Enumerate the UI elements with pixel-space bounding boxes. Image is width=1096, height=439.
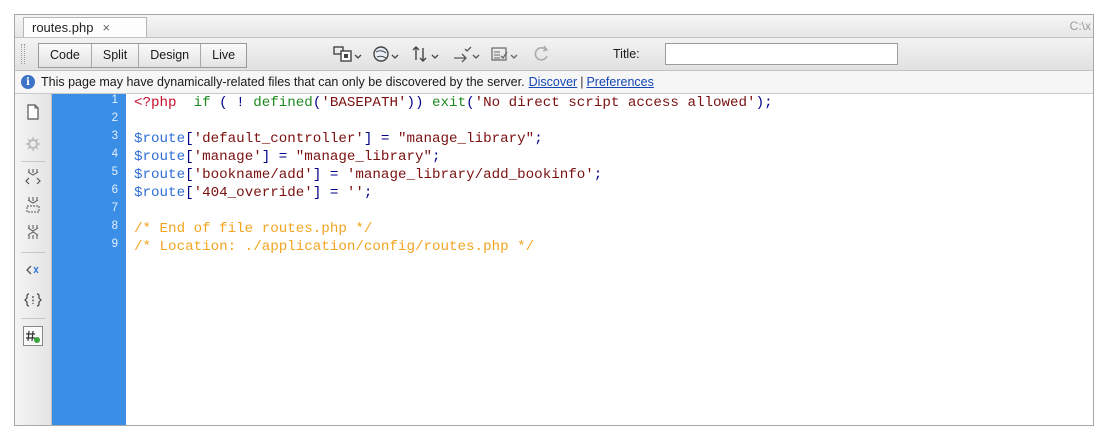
refresh-icon[interactable] bbox=[531, 44, 551, 64]
tab-strip: routes.php × C:\x bbox=[15, 15, 1093, 38]
code-token: $route bbox=[134, 131, 186, 147]
expand-all-icon[interactable] bbox=[23, 222, 43, 242]
title-label: Title: bbox=[613, 47, 640, 61]
toolbar-divider bbox=[21, 252, 45, 253]
title-input[interactable] bbox=[665, 43, 898, 65]
collapse-tag-icon[interactable] bbox=[23, 166, 43, 186]
format-source-icon[interactable] bbox=[23, 326, 43, 346]
code-token: 'bookname/add' bbox=[193, 167, 313, 183]
code-token: ; bbox=[432, 149, 441, 165]
code-token: )) bbox=[406, 95, 433, 111]
close-icon[interactable]: × bbox=[102, 20, 110, 35]
multiscreen-icon[interactable] bbox=[333, 44, 363, 64]
file-path-label: C:\x bbox=[1069, 19, 1091, 33]
file-management-icon[interactable] bbox=[411, 44, 441, 64]
code-token: ); bbox=[755, 95, 773, 111]
view-button-group: Code Split Design Live bbox=[38, 43, 248, 68]
code-token: 'manage_library/add_bookinfo' bbox=[346, 167, 594, 183]
code-token: 'manage' bbox=[193, 149, 262, 165]
line-number: 4 bbox=[111, 148, 118, 160]
code-token: [ bbox=[185, 131, 194, 147]
code-token: exit bbox=[432, 95, 467, 111]
code-token: [ bbox=[185, 167, 194, 183]
code-line: /* End of file routes.php */ bbox=[134, 220, 372, 238]
preview-browser-icon[interactable] bbox=[372, 44, 402, 64]
line-number: 7 bbox=[111, 202, 118, 214]
editor-window: routes.php × C:\x Code Split Design Live bbox=[14, 14, 1094, 426]
tab-filename: routes.php bbox=[32, 20, 94, 35]
code-token: ; bbox=[534, 131, 543, 147]
link-separator: | bbox=[580, 75, 584, 89]
code-line: $route['404_override'] = ''; bbox=[134, 184, 372, 202]
code-view-button[interactable]: Code bbox=[39, 44, 92, 67]
indent-code-icon[interactable] bbox=[23, 260, 43, 280]
code-token: <?php bbox=[134, 95, 177, 111]
gear-icon[interactable] bbox=[23, 134, 43, 154]
split-view-button[interactable]: Split bbox=[92, 44, 140, 67]
collapse-selection-icon[interactable] bbox=[23, 194, 43, 214]
code-line: <?php if ( ! defined('BASEPATH')) exit('… bbox=[134, 94, 773, 112]
toolbar-divider bbox=[21, 318, 45, 319]
code-token: ] = bbox=[363, 131, 398, 147]
code-token: 'default_controller' bbox=[193, 131, 364, 147]
line-number: 1 bbox=[111, 94, 118, 106]
info-icon: i bbox=[21, 75, 35, 89]
design-view-button[interactable]: Design bbox=[139, 44, 202, 67]
line-number: 8 bbox=[111, 220, 118, 232]
line-number: 5 bbox=[111, 166, 118, 178]
check-page-icon[interactable] bbox=[452, 44, 482, 64]
code-token: $route bbox=[134, 167, 186, 183]
visual-aids-icon[interactable] bbox=[490, 44, 520, 64]
code-token: ( bbox=[466, 95, 475, 111]
line-number: 6 bbox=[111, 184, 118, 196]
code-token: ] = bbox=[312, 185, 347, 201]
code-token: ; bbox=[593, 167, 603, 183]
live-view-button[interactable]: Live bbox=[201, 44, 246, 67]
code-token: ( ! bbox=[210, 95, 254, 111]
preferences-link[interactable]: Preferences bbox=[586, 75, 653, 89]
code-line: $route['bookname/add'] = 'manage_library… bbox=[134, 166, 602, 184]
code-token: [ bbox=[185, 185, 194, 201]
file-icon[interactable] bbox=[23, 102, 43, 122]
code-text-area[interactable]: <?php if ( ! defined('BASEPATH')) exit('… bbox=[126, 94, 1093, 425]
code-token: defined bbox=[253, 95, 313, 111]
toolbar-divider bbox=[21, 161, 45, 162]
code-token: $route bbox=[134, 149, 186, 165]
discover-link[interactable]: Discover bbox=[529, 75, 578, 89]
code-token: if bbox=[193, 95, 211, 111]
coding-toolbar bbox=[15, 94, 52, 425]
tab-routes-php[interactable]: routes.php × bbox=[23, 17, 147, 37]
code-token: ; bbox=[363, 185, 373, 201]
code-token: /* Location: ./application/config/routes… bbox=[134, 239, 535, 255]
code-braces-icon[interactable] bbox=[23, 290, 43, 310]
code-token: 'BASEPATH' bbox=[321, 95, 407, 111]
document-toolbar: Code Split Design Live Title: bbox=[15, 38, 1093, 71]
code-token: "manage_library" bbox=[397, 131, 535, 147]
code-token: /* End of file routes.php */ bbox=[134, 221, 373, 237]
code-token: '404_override' bbox=[193, 185, 313, 201]
info-message: This page may have dynamically-related f… bbox=[41, 75, 525, 89]
code-line: $route['manage'] = "manage_library"; bbox=[134, 148, 441, 166]
code-line: $route['default_controller'] = "manage_l… bbox=[134, 130, 543, 148]
code-token: 'No direct script access allowed' bbox=[474, 95, 756, 111]
code-line: /* Location: ./application/config/routes… bbox=[134, 238, 534, 256]
code-editor: 1 2 3 4 5 6 7 8 9 <?php if ( ! defined('… bbox=[15, 94, 1093, 425]
toolbar-grip[interactable] bbox=[21, 44, 25, 64]
line-number: 3 bbox=[111, 130, 118, 142]
code-token: [ bbox=[185, 149, 194, 165]
line-number: 9 bbox=[111, 238, 118, 250]
info-bar: i This page may have dynamically-related… bbox=[15, 71, 1093, 94]
code-token: ] = bbox=[261, 149, 296, 165]
code-token: "manage_library" bbox=[295, 149, 433, 165]
code-token: $route bbox=[134, 185, 186, 201]
code-token: ] = bbox=[312, 167, 347, 183]
code-token: '' bbox=[346, 185, 364, 201]
line-number-gutter: 1 2 3 4 5 6 7 8 9 bbox=[52, 94, 126, 425]
line-number: 2 bbox=[111, 112, 118, 124]
